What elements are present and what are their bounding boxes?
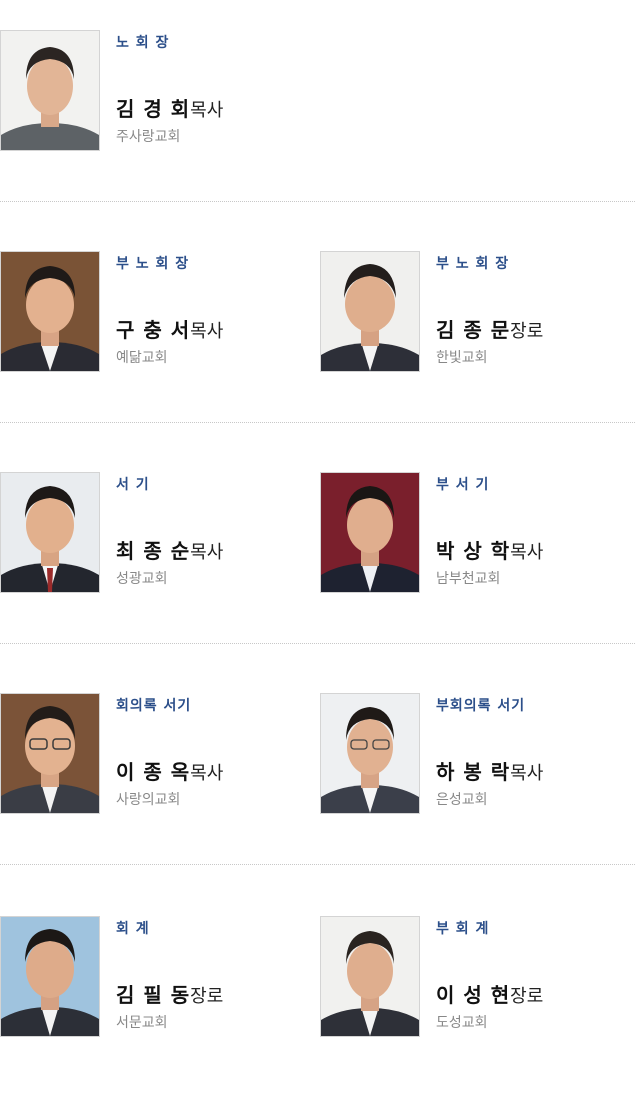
portrait-photo (320, 251, 420, 372)
officer-church: 은성교회 (436, 792, 488, 808)
officer-name: 구 충 서 (116, 318, 191, 342)
portrait-photo (0, 30, 100, 151)
officer-church: 남부천교회 (436, 571, 501, 587)
officer-row: 부 노 회 장 구 충 서목사 예닮교회 부 노 회 장 김 종 문장로 한빛교… (0, 221, 635, 441)
officer-church: 도성교회 (436, 1015, 488, 1031)
officer-role: 회 계 (116, 921, 150, 937)
portrait-photo (320, 916, 420, 1037)
officer-name: 최 종 순 (116, 539, 191, 563)
officer-card: 부 노 회 장 구 충 서목사 예닮교회 (0, 251, 300, 372)
officer-name: 김 경 회 (116, 97, 191, 121)
officer-row: 노 회 장 김 경 회목사 주사랑교회 (0, 0, 635, 220)
officer-card: 회 계 김 필 동장로 서문교회 (0, 916, 300, 1037)
officer-name-line: 김 경 회목사 (116, 93, 223, 122)
officer-title: 장로 (510, 321, 544, 342)
officer-name: 이 성 현 (436, 983, 511, 1007)
officer-name-line: 이 성 현장로 (436, 979, 543, 1008)
officer-title: 목사 (190, 321, 224, 342)
officer-title: 장로 (510, 986, 544, 1007)
row-divider (0, 864, 635, 865)
officer-role: 부 서 기 (436, 477, 490, 493)
officer-title: 장로 (190, 986, 224, 1007)
portrait-photo (0, 916, 100, 1037)
officer-role: 노 회 장 (116, 35, 170, 51)
row-divider (0, 422, 635, 423)
officer-row: 서 기 최 종 순목사 성광교회 부 서 기 박 상 학목사 남부천교회 (0, 442, 635, 662)
officer-name: 이 종 옥 (116, 760, 191, 784)
officer-role: 회의록 서기 (116, 698, 192, 714)
row-divider (0, 201, 635, 202)
portrait-photo (320, 472, 420, 593)
officer-name: 박 상 학 (436, 539, 511, 563)
officer-name: 하 봉 락 (436, 760, 511, 784)
officer-title: 목사 (510, 763, 544, 784)
officer-name-line: 이 종 옥목사 (116, 756, 223, 785)
officer-church: 사랑의교회 (116, 792, 181, 808)
officer-role: 부회의록 서기 (436, 698, 526, 714)
officer-card: 부회의록 서기 하 봉 락목사 은성교회 (320, 693, 620, 814)
officer-name: 김 필 동 (116, 983, 191, 1007)
officer-role: 부 노 회 장 (436, 256, 510, 272)
officer-role: 서 기 (116, 477, 150, 493)
officer-card: 부 회 계 이 성 현장로 도성교회 (320, 916, 620, 1037)
officer-church: 서문교회 (116, 1015, 168, 1031)
officer-row: 회의록 서기 이 종 옥목사 사랑의교회 부회의록 서기 하 봉 락목사 은성교… (0, 663, 635, 883)
portrait-photo (0, 251, 100, 372)
officer-church: 성광교회 (116, 571, 168, 587)
officer-name-line: 김 종 문장로 (436, 314, 543, 343)
officer-church: 예닮교회 (116, 350, 168, 366)
officer-name: 김 종 문 (436, 318, 511, 342)
row-divider (0, 643, 635, 644)
portrait-photo (320, 693, 420, 814)
officer-name-line: 구 충 서목사 (116, 314, 223, 343)
officer-church: 주사랑교회 (116, 129, 181, 145)
officer-name-line: 김 필 동장로 (116, 979, 223, 1008)
officer-row: 회 계 김 필 동장로 서문교회 부 회 계 이 성 현장로 도성교회 (0, 886, 635, 1106)
portrait-photo (0, 693, 100, 814)
officer-title: 목사 (510, 542, 544, 563)
officer-card: 부 서 기 박 상 학목사 남부천교회 (320, 472, 620, 593)
officer-card: 노 회 장 김 경 회목사 주사랑교회 (0, 30, 300, 151)
officer-name-line: 하 봉 락목사 (436, 756, 543, 785)
officer-name-line: 박 상 학목사 (436, 535, 543, 564)
officer-title: 목사 (190, 763, 224, 784)
officer-role: 부 회 계 (436, 921, 490, 937)
officer-card: 부 노 회 장 김 종 문장로 한빛교회 (320, 251, 620, 372)
officer-church: 한빛교회 (436, 350, 488, 366)
officer-name-line: 최 종 순목사 (116, 535, 223, 564)
officer-title: 목사 (190, 542, 224, 563)
officer-card: 서 기 최 종 순목사 성광교회 (0, 472, 300, 593)
officer-card: 회의록 서기 이 종 옥목사 사랑의교회 (0, 693, 300, 814)
officer-role: 부 노 회 장 (116, 256, 190, 272)
portrait-photo (0, 472, 100, 593)
officer-title: 목사 (190, 100, 224, 121)
